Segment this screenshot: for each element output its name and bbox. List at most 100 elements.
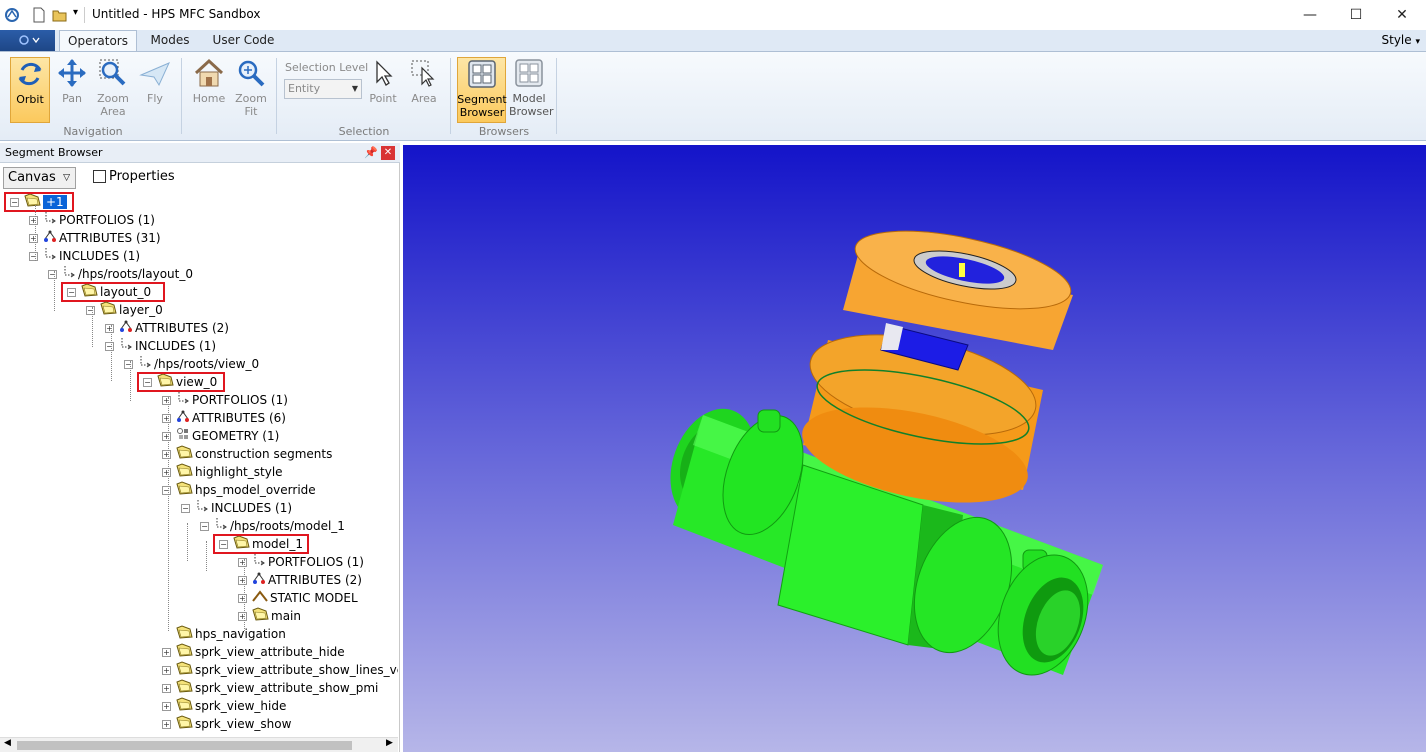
tree-node[interactable]: + ATTRIBUTES (2): [105, 319, 229, 337]
expand-icon[interactable]: +: [162, 702, 171, 711]
tab-modes[interactable]: Modes: [142, 30, 198, 52]
expand-icon[interactable]: +: [162, 666, 171, 675]
tree-node[interactable]: + ATTRIBUTES (6): [162, 409, 286, 427]
properties-checkbox[interactable]: [93, 170, 106, 183]
panel-title: Segment Browser: [5, 146, 103, 159]
zoom-area-icon: [99, 59, 126, 86]
expand-icon[interactable]: +: [162, 720, 171, 729]
tree-node[interactable]: − hps_model_override: [162, 481, 316, 499]
3d-viewport[interactable]: [403, 145, 1426, 752]
expand-icon[interactable]: +: [162, 684, 171, 693]
expand-icon[interactable]: +: [238, 612, 247, 621]
close-panel-icon[interactable]: ✕: [381, 146, 395, 160]
tree-node[interactable]: − layer_0: [86, 301, 163, 319]
tree-node[interactable]: + PORTFOLIOS (1): [238, 553, 364, 571]
collapse-icon[interactable]: −: [162, 486, 171, 495]
folder-icon: [176, 679, 193, 698]
zoom-area-button[interactable]: Zoom Area: [93, 57, 133, 123]
tree-node[interactable]: + ATTRIBUTES (2): [238, 571, 362, 589]
chevron-down-icon: ▼: [351, 84, 358, 93]
pin-icon[interactable]: 📌: [364, 146, 378, 159]
tree-node[interactable]: − INCLUDES (1): [105, 337, 216, 355]
expand-icon[interactable]: +: [162, 414, 171, 423]
tree-connector-line: [206, 541, 207, 571]
maximize-button[interactable]: ☐: [1333, 0, 1379, 30]
expand-icon[interactable]: +: [238, 594, 247, 603]
style-menu[interactable]: Style ▾: [1382, 33, 1421, 47]
tree-node[interactable]: − INCLUDES (1): [181, 499, 292, 518]
tree-node[interactable]: + sprk_view_hide: [162, 697, 286, 715]
tree-node[interactable]: + sprk_view_attribute_show_pmi: [162, 679, 378, 698]
canvas-dropdown[interactable]: Canvas ▽: [3, 167, 76, 189]
style-dropdown-icon: ▾: [1415, 37, 1420, 47]
pan-button[interactable]: Pan: [54, 57, 90, 123]
expand-icon[interactable]: +: [238, 576, 247, 585]
tree-node[interactable]: hps_navigation: [176, 625, 286, 643]
collapse-icon[interactable]: −: [105, 342, 114, 351]
application-menu-button[interactable]: [0, 30, 55, 52]
tree-node[interactable]: + PORTFOLIOS (1): [29, 211, 155, 229]
new-file-icon[interactable]: [32, 7, 46, 23]
tree-node[interactable]: + sprk_view_attribute_show_lines_vertice: [162, 661, 398, 679]
browsers-group-label: Browsers: [478, 125, 530, 138]
collapse-icon[interactable]: −: [200, 522, 209, 531]
tree-node[interactable]: + GEOMETRY (1): [162, 427, 279, 445]
tree-node[interactable]: − /hps/roots/view_0: [124, 355, 259, 373]
tree-node[interactable]: + sprk_view_attribute_hide: [162, 643, 345, 661]
tree-node[interactable]: − /hps/roots/model_1: [200, 517, 345, 535]
expand-icon[interactable]: +: [29, 216, 38, 225]
tree-node-label: highlight_style: [195, 465, 283, 479]
collapse-icon[interactable]: −: [181, 504, 190, 513]
expand-icon[interactable]: +: [162, 432, 171, 441]
expand-icon[interactable]: +: [162, 396, 171, 405]
tree-node[interactable]: + main: [238, 607, 301, 625]
tab-user-code[interactable]: User Code: [206, 30, 281, 52]
tree-node[interactable]: − INCLUDES (1): [29, 247, 140, 265]
expand-icon[interactable]: +: [238, 558, 247, 567]
include-link-icon: [195, 499, 209, 518]
tree-node[interactable]: + PORTFOLIOS (1): [162, 391, 288, 409]
tree-node[interactable]: + construction segments: [162, 445, 332, 463]
collapse-icon[interactable]: −: [48, 270, 57, 279]
pointer-arrow-icon: [376, 60, 393, 86]
zoom-fit-button[interactable]: Zoom Fit: [232, 57, 270, 123]
expand-icon[interactable]: +: [29, 234, 38, 243]
tree-node[interactable]: + ATTRIBUTES (31): [29, 229, 161, 247]
minimize-button[interactable]: —: [1287, 0, 1333, 30]
scroll-right-icon[interactable]: ▶: [386, 738, 393, 748]
segment-tree[interactable]: − +1 + PORTFOLIOS (1) + ATTRIBUTES (31) − INCLU…: [0, 191, 398, 736]
orbit-button[interactable]: Orbit: [10, 57, 50, 123]
horizontal-scrollbar[interactable]: ◀ ▶: [0, 737, 398, 752]
close-window-button[interactable]: ✕: [1379, 0, 1425, 30]
tree-node[interactable]: − /hps/roots/layout_0: [48, 265, 193, 283]
canvas-dropdown-value: Canvas: [8, 170, 56, 185]
tree-node-label: layer_0: [119, 303, 163, 317]
expand-icon[interactable]: +: [105, 324, 114, 333]
scroll-left-icon[interactable]: ◀: [4, 738, 11, 748]
model-browser-button[interactable]: Model Browser: [509, 57, 554, 123]
expand-icon[interactable]: +: [162, 648, 171, 657]
quick-access-dropdown-icon[interactable]: ▾: [73, 7, 78, 23]
group-separator: [276, 58, 277, 134]
segment-browser-button[interactable]: Segment Browser: [457, 57, 507, 123]
expand-icon[interactable]: +: [162, 450, 171, 459]
home-button[interactable]: Home: [190, 57, 228, 123]
collapse-icon[interactable]: −: [29, 252, 38, 261]
fly-button[interactable]: Fly: [137, 57, 173, 123]
open-folder-icon[interactable]: [52, 7, 68, 23]
model-browser-label: Model Browser: [509, 92, 554, 118]
collapse-icon[interactable]: −: [86, 306, 95, 315]
tab-operators[interactable]: Operators: [59, 30, 137, 52]
collapse-icon[interactable]: −: [124, 360, 133, 369]
tree-node[interactable]: + STATIC MODEL: [238, 589, 358, 607]
group-separator: [556, 58, 557, 134]
selection-level-dropdown[interactable]: Entity ▼: [284, 79, 362, 99]
orbit-icon: [18, 62, 42, 86]
tree-node[interactable]: + highlight_style: [162, 463, 283, 481]
expand-icon[interactable]: +: [162, 468, 171, 477]
app-logo-icon[interactable]: [4, 7, 20, 23]
area-select-button[interactable]: Area: [406, 57, 442, 123]
point-select-button[interactable]: Point: [366, 57, 400, 123]
tree-node[interactable]: + sprk_view_show: [162, 715, 291, 733]
scrollbar-thumb[interactable]: [17, 741, 352, 750]
